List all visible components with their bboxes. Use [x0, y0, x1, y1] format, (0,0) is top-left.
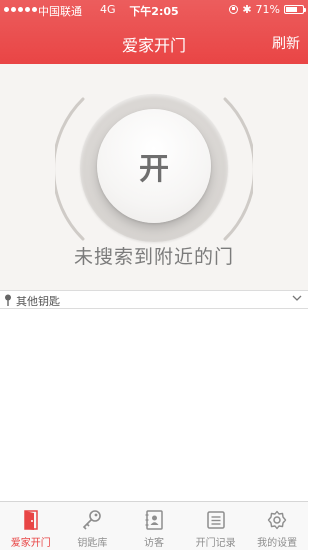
search-status-text: 未搜索到附近的门	[73, 246, 234, 268]
page-title: 爱家开门	[121, 36, 186, 55]
records-icon	[206, 511, 225, 529]
tab-bar: 爱家开门 钥匙库 访客 开门记录 我的设置	[0, 501, 308, 550]
tab-label: 访客	[143, 538, 164, 549]
other-keys-dropdown[interactable]: 其他钥匙	[0, 290, 308, 309]
bluetooth-icon: ✱	[242, 3, 252, 16]
keys-list-area	[0, 309, 308, 501]
open-door-panel: 开 未搜索到附近的门	[0, 64, 308, 290]
tab-open-records[interactable]: 开门记录	[185, 502, 247, 550]
tab-open-door[interactable]: 爱家开门	[0, 502, 62, 550]
tab-key-library[interactable]: 钥匙库	[62, 502, 124, 550]
status-indicators: ✱ 71%	[229, 3, 306, 16]
battery-percent: 71%	[255, 3, 280, 16]
header: 中国联通 4G 下午2:05 ✱ 71% 爱家开门 刷新	[0, 0, 308, 64]
tab-my-settings[interactable]: 我的设置	[246, 502, 308, 550]
battery-icon	[284, 5, 306, 14]
status-bar: 中国联通 4G 下午2:05 ✱ 71%	[0, 0, 308, 20]
nav-bar: 爱家开门 刷新	[0, 20, 308, 64]
tab-label: 我的设置	[257, 538, 298, 549]
door-icon	[24, 510, 38, 530]
open-button-label: 开	[139, 152, 169, 187]
tab-label: 爱家开门	[10, 538, 51, 549]
settings-icon	[267, 510, 287, 530]
orientation-lock-icon	[229, 5, 239, 14]
open-door-button[interactable]: 开	[97, 109, 211, 223]
refresh-button[interactable]: 刷新	[272, 33, 300, 53]
key-pin-icon	[5, 294, 11, 306]
contacts-icon	[145, 510, 163, 530]
key-icon	[83, 510, 102, 530]
tab-visitors[interactable]: 访客	[123, 502, 185, 550]
tab-label: 开门记录	[195, 538, 236, 549]
tab-label: 钥匙库	[77, 538, 108, 549]
other-keys-label: 其他钥匙	[16, 295, 60, 308]
chevron-down-icon	[292, 295, 302, 301]
